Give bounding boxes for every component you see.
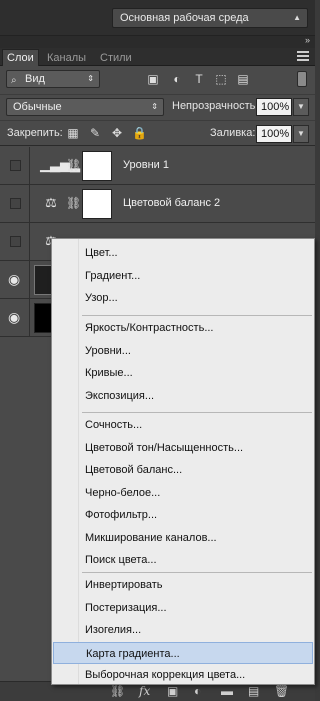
visibility-toggle[interactable] (0, 223, 30, 261)
menu-item-invert[interactable]: Инвертировать (52, 574, 314, 597)
layer-mask-thumbnail[interactable] (82, 189, 112, 219)
workspace-select[interactable]: Основная рабочая среда ▲ (112, 8, 308, 28)
hidden-visibility-box[interactable] (10, 198, 21, 209)
kind-filter-select[interactable]: ⌕ Вид ⇕ (6, 70, 100, 88)
hidden-visibility-box[interactable] (10, 236, 21, 247)
lock-position-move-icon[interactable]: ✥ (110, 126, 124, 140)
search-icon: ⌕ (11, 75, 17, 86)
visibility-toggle[interactable] (0, 185, 30, 223)
menu-item-posterize[interactable]: Постеризация... (52, 597, 314, 620)
lock-image-brush-icon[interactable]: ✎ (88, 126, 102, 140)
panel-collapse-strip[interactable]: » (0, 35, 315, 48)
menu-item-photo-filter[interactable]: Фотофильтр... (52, 504, 314, 527)
menu-item-solid-color[interactable]: Цвет... (52, 242, 314, 265)
pixel-filter-icon[interactable]: ▣ (146, 72, 160, 86)
menu-item-gradient[interactable]: Градиент... (52, 265, 314, 288)
layer-row-levels[interactable]: ▁▃▅▂ ⛓ Уровни 1 (0, 147, 315, 185)
tab-channels[interactable]: Каналы (43, 50, 90, 66)
filter-row: ⌕ Вид ⇕ ▣ ◐ T ⬚ ▤ (0, 66, 315, 92)
fill-dropdown-button[interactable]: ▼ (293, 125, 309, 143)
updown-arrows-icon: ⇕ (151, 102, 158, 111)
menu-group-fill: Цвет... Градиент... Узор... (52, 242, 314, 310)
blend-mode-label: Обычные (13, 101, 62, 113)
adjustment-context-menu: Цвет... Градиент... Узор... Яркость/Конт… (51, 238, 315, 685)
eye-icon[interactable]: ◉ (8, 309, 20, 326)
menu-item-pattern[interactable]: Узор... (52, 287, 314, 310)
menu-item-levels[interactable]: Уровни... (52, 340, 314, 363)
panel-tabs: Слои Каналы Стили (0, 48, 315, 67)
opacity-input[interactable]: 100% (256, 98, 292, 116)
menu-item-channel-mixer[interactable]: Микширование каналов... (52, 527, 314, 550)
fill-input[interactable]: 100% (256, 125, 292, 143)
updown-arrows-icon: ▲ (293, 13, 301, 22)
menu-separator (82, 315, 312, 316)
tab-styles[interactable]: Стили (96, 50, 136, 66)
adjustment-filter-icon[interactable]: ◐ (170, 72, 184, 86)
kind-label: Вид (25, 73, 45, 85)
menu-item-selective-color[interactable]: Выборочная коррекция цвета... (52, 664, 314, 687)
menu-separator (82, 412, 312, 413)
levels-icon: ▁▃▅▂ (40, 157, 80, 172)
visibility-toggle[interactable] (0, 147, 30, 185)
menu-item-exposure[interactable]: Экспозиция... (52, 385, 314, 408)
filter-toggle-switch[interactable] (297, 71, 307, 87)
layer-row-color-balance[interactable]: ⚖ ⛓ Цветовой баланс 2 (0, 185, 315, 223)
hidden-visibility-box[interactable] (10, 160, 21, 171)
blend-row: Обычные ⇕ Непрозрачность: 100% ▼ (0, 94, 315, 118)
updown-arrows-icon: ⇕ (87, 74, 94, 83)
collapse-double-arrow-icon[interactable]: » (305, 35, 310, 45)
type-filter-icon[interactable]: T (192, 72, 206, 86)
fill-label: Заливка: (210, 127, 256, 139)
tab-label: Стили (100, 52, 132, 64)
menu-group-color: Сочность... Цветовой тон/Насыщенность...… (52, 414, 314, 572)
menu-item-curves[interactable]: Кривые... (52, 362, 314, 385)
layer-name[interactable]: Цветовой баланс 2 (123, 197, 220, 209)
menu-group-special: Инвертировать Постеризация... Изогелия..… (52, 574, 314, 687)
lock-label: Закрепить: (7, 127, 63, 139)
menu-item-black-white[interactable]: Черно-белое... (52, 482, 314, 505)
tab-label: Слои (7, 52, 34, 64)
opacity-label: Непрозрачность: (172, 100, 259, 112)
menu-item-hue-saturation[interactable]: Цветовой тон/Насыщенность... (52, 437, 314, 460)
lock-transparent-icon[interactable]: ▦ (66, 126, 80, 140)
workspace-label: Основная рабочая среда (120, 12, 249, 24)
shape-filter-icon[interactable]: ⬚ (214, 72, 228, 86)
visibility-toggle[interactable]: ◉ (0, 261, 30, 299)
tab-label: Каналы (47, 52, 87, 64)
menu-item-gradient-map[interactable]: Карта градиента... (53, 641, 313, 664)
menu-item-brightness-contrast[interactable]: Яркость/Контрастность... (52, 317, 314, 340)
app-header: Основная рабочая среда ▲ (0, 0, 315, 36)
opacity-dropdown-button[interactable]: ▼ (293, 98, 309, 116)
layer-name[interactable]: Уровни 1 (123, 159, 169, 171)
balance-scale-icon: ⚖ (45, 195, 57, 210)
menu-separator (82, 572, 312, 573)
tab-layers[interactable]: Слои (2, 49, 39, 67)
menu-item-color-lookup[interactable]: Поиск цвета... (52, 549, 314, 572)
menu-group-tone: Яркость/Контрастность... Уровни... Кривы… (52, 317, 314, 407)
menu-item-color-balance[interactable]: Цветовой баланс... (52, 459, 314, 482)
link-chain-icon[interactable]: ⛓ (66, 196, 81, 210)
layer-mask-thumbnail[interactable] (82, 151, 112, 181)
link-chain-icon[interactable]: ⛓ (66, 158, 81, 172)
menu-item-vibrance[interactable]: Сочность... (52, 414, 314, 437)
visibility-toggle[interactable]: ◉ (0, 299, 30, 337)
panel-menu-icon[interactable] (297, 51, 309, 61)
blend-mode-select[interactable]: Обычные ⇕ (6, 98, 164, 116)
lock-row: Закрепить: ▦ ✎ ✥ 🔒 Заливка: 100% ▼ (0, 120, 315, 146)
lock-all-icon[interactable]: 🔒 (132, 126, 147, 140)
smart-object-filter-icon[interactable]: ▤ (236, 72, 250, 86)
eye-icon[interactable]: ◉ (8, 271, 20, 288)
menu-item-threshold[interactable]: Изогелия... (52, 619, 314, 642)
